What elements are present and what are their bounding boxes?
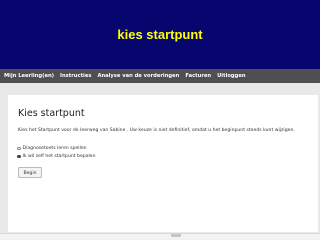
nav-item-instructies[interactable]: Instructies bbox=[60, 73, 91, 79]
slide-title: kies startpunt bbox=[117, 27, 203, 42]
nav-bar: Mijn Leerling(en) Instructies Analyse va… bbox=[0, 69, 320, 83]
nav-item-mijn-leerlingen[interactable]: Mijn Leerling(en) bbox=[4, 73, 54, 79]
option-label: Diagnosetoets leren spellen bbox=[22, 146, 87, 151]
radio-icon[interactable] bbox=[17, 146, 21, 151]
horizontal-scrollbar[interactable] bbox=[0, 233, 320, 240]
nav-item-analyse[interactable]: Analyse van de vorderingen bbox=[97, 73, 179, 79]
option-label: Ik wil zelf het startpunt bepalen bbox=[22, 154, 96, 159]
radio-checked-icon[interactable] bbox=[17, 154, 21, 159]
page-title: Kies startpunt bbox=[18, 108, 85, 119]
intro-text: Kies het Startpunt voor de leerweg van S… bbox=[18, 128, 295, 133]
option-diagnosetoets[interactable]: Diagnosetoets leren spellen bbox=[17, 146, 87, 151]
option-zelf-startpunt[interactable]: Ik wil zelf het startpunt bepalen bbox=[17, 154, 96, 159]
nav-item-facturen[interactable]: Facturen bbox=[185, 73, 211, 79]
nav-item-uitloggen[interactable]: Uitloggen bbox=[217, 73, 245, 79]
begin-button[interactable]: Begin bbox=[18, 167, 42, 178]
scrollbar-thumb[interactable] bbox=[171, 234, 181, 237]
